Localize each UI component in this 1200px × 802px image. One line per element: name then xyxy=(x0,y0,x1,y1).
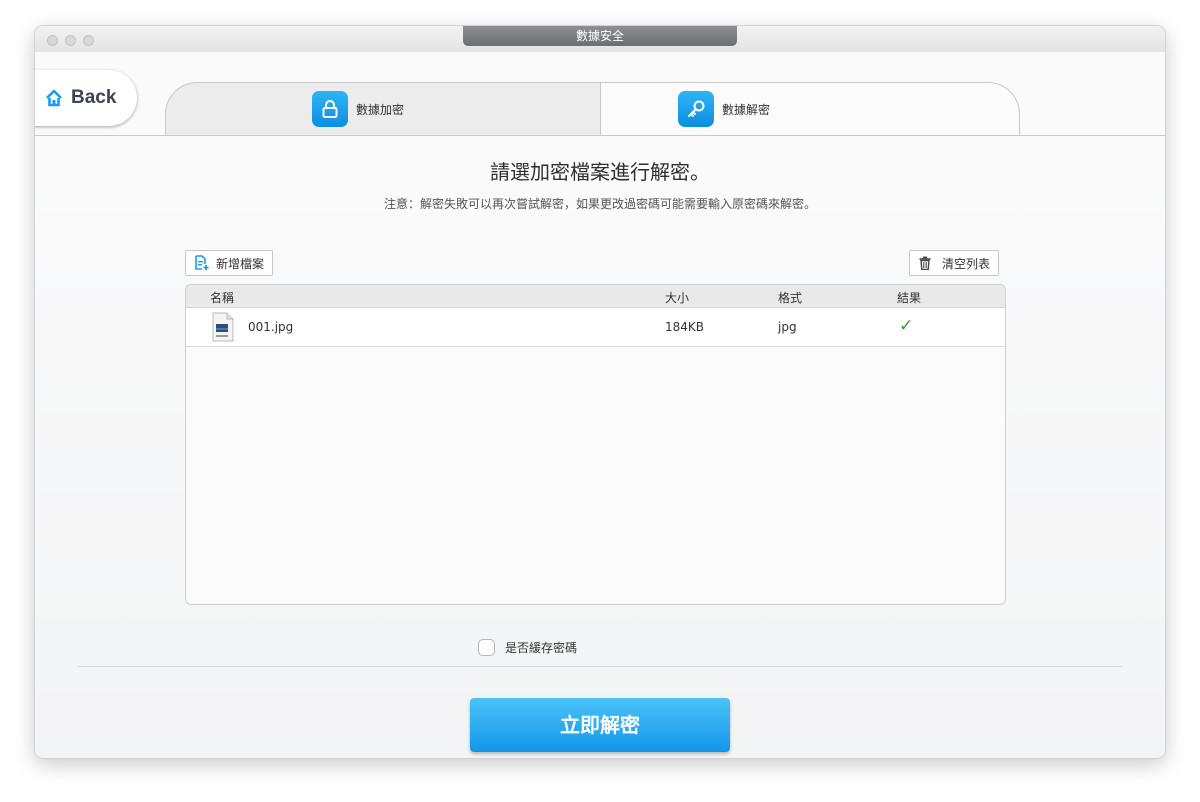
add-file-label: 新增檔案 xyxy=(216,256,265,271)
minimize-window-button[interactable] xyxy=(65,35,76,46)
back-button[interactable]: Back xyxy=(35,70,137,126)
column-header-name[interactable]: 名稱 xyxy=(210,289,234,306)
back-label: Back xyxy=(71,87,117,108)
window-title: 數據安全 xyxy=(463,26,737,46)
tab-decrypt[interactable]: 數據解密 xyxy=(600,82,1020,136)
lock-icon xyxy=(312,91,348,127)
file-table: 名稱 大小 格式 結果 001.jpg 184KB jpg ✓ xyxy=(185,284,1006,605)
save-password-label: 是否緩存密碼 xyxy=(505,641,578,655)
home-icon xyxy=(46,89,62,107)
tab-decrypt-label: 數據解密 xyxy=(722,102,771,117)
add-file-button[interactable]: 新增檔案 xyxy=(185,250,274,276)
decrypt-now-button[interactable]: 立即解密 xyxy=(470,698,730,752)
success-check-icon: ✓ xyxy=(899,316,914,336)
tab-encrypt[interactable]: 數據加密 xyxy=(165,82,605,136)
add-file-icon xyxy=(195,255,209,270)
column-header-size[interactable]: 大小 xyxy=(665,289,689,306)
key-icon xyxy=(678,91,714,127)
tab-encrypt-label: 數據加密 xyxy=(356,102,405,117)
save-password-option[interactable]: 是否緩存密碼 xyxy=(478,639,577,656)
trash-icon xyxy=(919,256,931,270)
column-header-result[interactable]: 結果 xyxy=(897,289,921,306)
page-note: 注意：解密失敗可以再次嘗試解密，如果更改過密碼可能需要輸入原密碼來解密。 xyxy=(383,197,816,211)
file-name: 001.jpg xyxy=(248,320,294,334)
clear-list-label: 清空列表 xyxy=(942,256,991,271)
tab-divider xyxy=(35,135,1165,136)
jpg-file-icon xyxy=(212,312,234,342)
file-size: 184KB xyxy=(665,320,705,334)
title-bar: 數據安全 xyxy=(35,26,1165,52)
file-format: jpg xyxy=(778,320,797,334)
footer-divider xyxy=(77,666,1123,667)
save-password-checkbox[interactable] xyxy=(478,639,495,656)
column-header-format[interactable]: 格式 xyxy=(778,289,802,306)
clear-list-button[interactable]: 清空列表 xyxy=(909,250,1000,276)
close-window-button[interactable] xyxy=(47,35,58,46)
table-row[interactable]: 001.jpg 184KB jpg ✓ xyxy=(186,308,1005,347)
table-header: 名稱 大小 格式 結果 xyxy=(186,285,1005,308)
zoom-window-button[interactable] xyxy=(83,35,94,46)
app-window: 數據安全 數據加密 數據解密 Back 請選加密檔案進行解密。 注意：解密失敗可… xyxy=(35,26,1165,758)
page-title: 請選加密檔案進行解密。 xyxy=(490,160,710,184)
main-content: 數據加密 數據解密 Back 請選加密檔案進行解密。 注意：解密失敗可以再次嘗試… xyxy=(35,52,1165,758)
